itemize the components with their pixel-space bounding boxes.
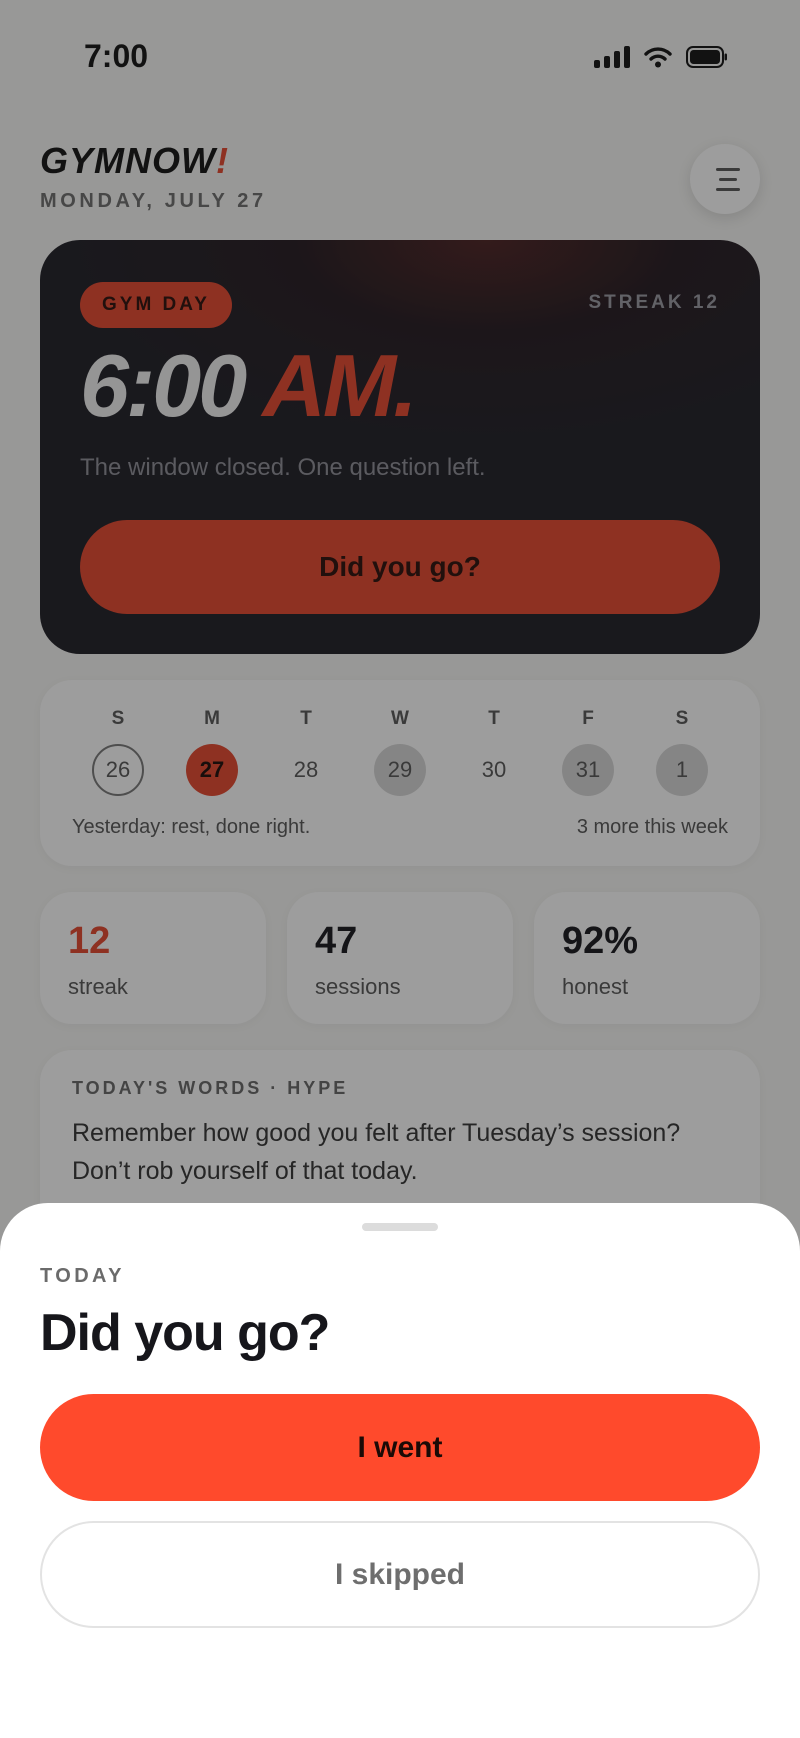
app-screen: 7:00 GYMNOW! MONDAY, JULY 27 GYM DAY STR… bbox=[0, 0, 800, 1738]
checkin-sheet: TODAY Did you go? I went I skipped bbox=[0, 1203, 800, 1738]
sheet-tag: TODAY bbox=[40, 1265, 125, 1287]
sheet-title: Did you go? bbox=[40, 1304, 330, 1362]
i-skipped-button[interactable]: I skipped bbox=[40, 1521, 760, 1628]
sheet-grabber[interactable] bbox=[362, 1223, 438, 1231]
i-went-button[interactable]: I went bbox=[40, 1394, 760, 1501]
